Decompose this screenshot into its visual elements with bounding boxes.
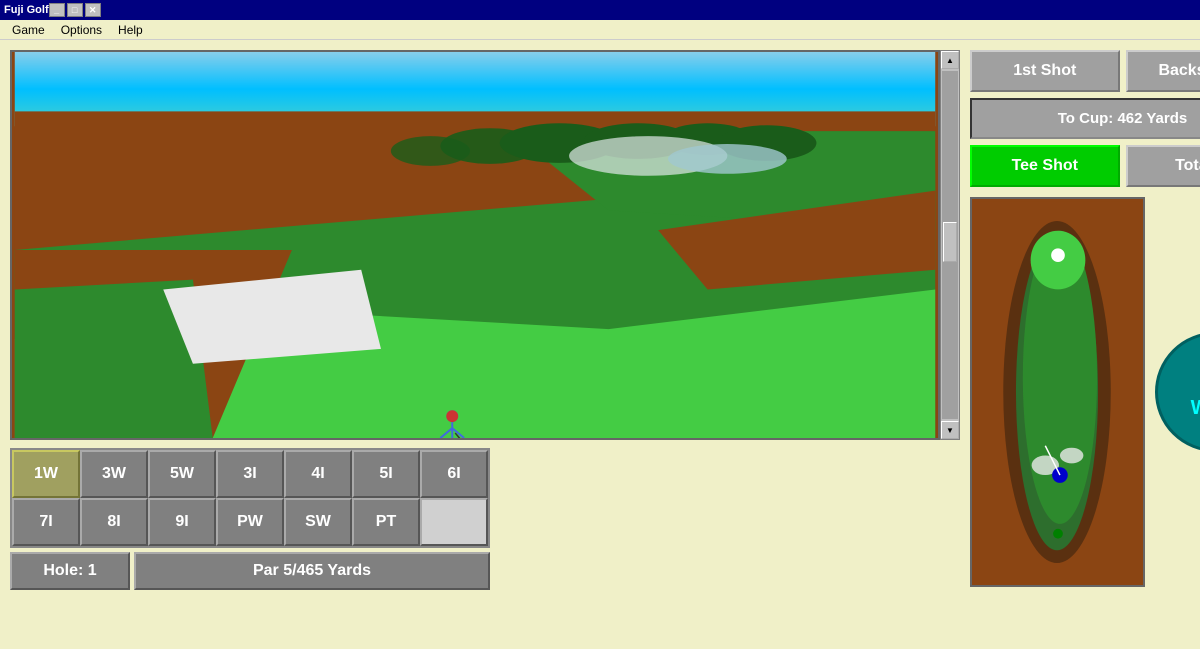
menubar: Game Options Help bbox=[0, 20, 1200, 40]
tee-shot-button[interactable]: Tee Shot bbox=[970, 145, 1120, 187]
shot-row-2: Tee Shot Total 0 bbox=[970, 145, 1200, 187]
hole-label: Hole: 1 bbox=[10, 552, 130, 590]
club-1w[interactable]: 1W bbox=[12, 450, 80, 498]
scroll-thumb[interactable] bbox=[943, 222, 957, 262]
backswing-button[interactable]: Backswing bbox=[1126, 50, 1200, 92]
right-panel: 1st Shot Backswing To Cup: 462 Yards Tee… bbox=[970, 50, 1200, 639]
club-section: 1W 3W 5W 3I 4I 5I 6I 7I 8I 9I PW SW PT bbox=[10, 448, 490, 590]
club-7i[interactable]: 7I bbox=[12, 498, 80, 546]
distance-bar: To Cup: 462 Yards bbox=[970, 98, 1200, 139]
club-pw[interactable]: PW bbox=[216, 498, 284, 546]
club-3i[interactable]: 3I bbox=[216, 450, 284, 498]
hole-info: Hole: 1 Par 5/465 Yards bbox=[10, 552, 490, 590]
wind-label: Wind bbox=[1191, 397, 1200, 420]
maximize-button[interactable]: □ bbox=[67, 3, 83, 17]
titlebar-controls: _ □ ✕ bbox=[49, 3, 101, 17]
viewport-area: ▲ ▼ bbox=[10, 50, 960, 440]
club-3w[interactable]: 3W bbox=[80, 450, 148, 498]
club-empty bbox=[420, 498, 488, 546]
club-9i[interactable]: 9I bbox=[148, 498, 216, 546]
menu-options[interactable]: Options bbox=[53, 21, 110, 39]
club-sw[interactable]: SW bbox=[284, 498, 352, 546]
titlebar-title: Fuji Golf bbox=[4, 4, 49, 16]
menu-game[interactable]: Game bbox=[4, 21, 53, 39]
game-canvas bbox=[10, 50, 940, 440]
left-column: ▲ ▼ 1W 3W 5W 3I 4I 5I 6I bbox=[10, 50, 960, 639]
shot-row-1: 1st Shot Backswing bbox=[970, 50, 1200, 92]
club-4i[interactable]: 4I bbox=[284, 450, 352, 498]
club-6i[interactable]: 6I bbox=[420, 450, 488, 498]
shot-row-distance: To Cup: 462 Yards bbox=[970, 98, 1200, 139]
club-5i[interactable]: 5I bbox=[352, 450, 420, 498]
scroll-track[interactable] bbox=[942, 71, 958, 419]
total-button[interactable]: Total 0 bbox=[1126, 145, 1200, 187]
club-5w[interactable]: 5W bbox=[148, 450, 216, 498]
main-layout: ▲ ▼ 1W 3W 5W 3I 4I 5I 6I bbox=[0, 40, 1200, 649]
scroll-down-arrow[interactable]: ▼ bbox=[941, 421, 959, 439]
par-label: Par 5/465 Yards bbox=[134, 552, 490, 590]
close-button[interactable]: ✕ bbox=[85, 3, 101, 17]
club-8i[interactable]: 8I bbox=[80, 498, 148, 546]
scroll-up-arrow[interactable]: ▲ bbox=[941, 51, 959, 69]
titlebar: Fuji Golf _ □ ✕ bbox=[0, 0, 1200, 20]
minimap bbox=[970, 197, 1145, 587]
shot-controls: 1st Shot Backswing To Cup: 462 Yards Tee… bbox=[970, 50, 1200, 187]
minimize-button[interactable]: _ bbox=[49, 3, 65, 17]
viewport-scrollbar[interactable]: ▲ ▼ bbox=[940, 50, 960, 440]
club-grid: 1W 3W 5W 3I 4I 5I 6I 7I 8I 9I PW SW PT bbox=[10, 448, 490, 548]
first-shot-button[interactable]: 1st Shot bbox=[970, 50, 1120, 92]
club-pt[interactable]: PT bbox=[352, 498, 420, 546]
menu-help[interactable]: Help bbox=[110, 21, 151, 39]
controls-panel: 1W 3W 5W 3I 4I 5I 6I 7I 8I 9I PW SW PT bbox=[10, 448, 960, 590]
wind-indicator: ★ Wind bbox=[1155, 332, 1200, 452]
